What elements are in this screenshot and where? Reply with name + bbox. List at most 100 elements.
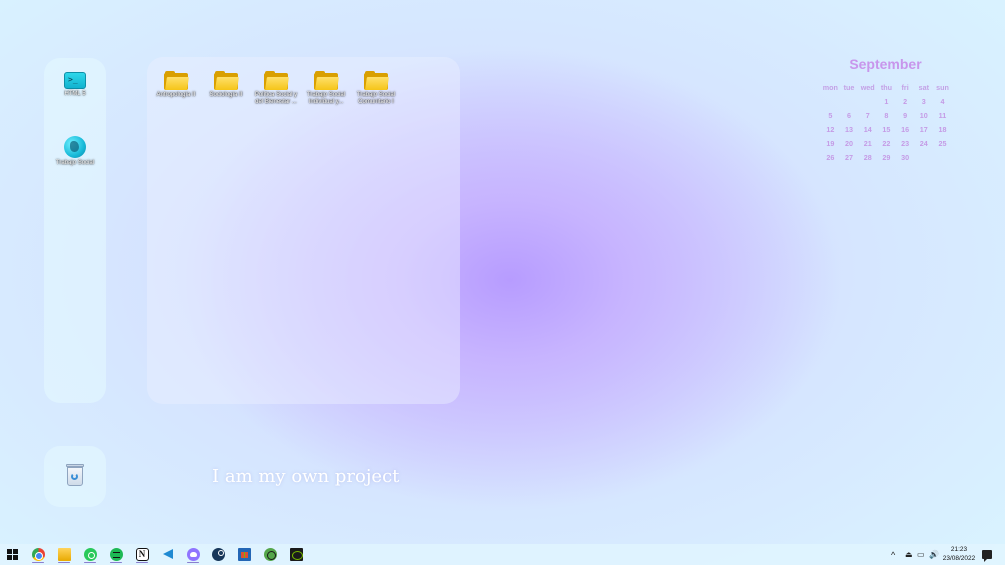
steam-icon xyxy=(211,548,225,561)
calendar-day: 1 xyxy=(884,97,889,106)
chrome-icon xyxy=(31,548,45,561)
desktop-widget-folders: Antropología II Sociología II Política S… xyxy=(147,57,460,404)
calendar-weekday: mon xyxy=(822,83,838,92)
calendar-day: 17 xyxy=(919,125,928,134)
recycle-bin[interactable] xyxy=(50,464,100,486)
taskbar-app-discord[interactable] xyxy=(183,546,203,563)
taskbar-app-chrome[interactable] xyxy=(28,546,48,563)
whatsapp-icon xyxy=(83,548,97,561)
folder-label: Política Social y del Bienestar ... xyxy=(254,92,298,105)
desktop-quote: I am my own project xyxy=(212,466,400,487)
calendar-day: 22 xyxy=(882,139,891,148)
calendar-day xyxy=(858,95,877,109)
file-explorer-icon xyxy=(57,548,71,561)
notification-icon xyxy=(982,550,992,562)
calendar-day: 27 xyxy=(845,153,854,162)
calendar-grid: mon tue wed thu fri sat sun 1 2 3 4 5 6 7 8 9 10 11 12 13 14… xyxy=(821,81,953,165)
taskbar-app-xbox[interactable] xyxy=(260,546,280,563)
clock-date: 23/08/2022 xyxy=(942,555,976,562)
calendar-day xyxy=(933,151,952,165)
calendar-day: 21 xyxy=(863,139,872,148)
calendar-day: 2 xyxy=(903,97,908,106)
calendar-weekday: tue xyxy=(843,83,855,92)
folder-icon xyxy=(264,71,289,90)
xbox-icon xyxy=(263,548,277,561)
folder-sociologia[interactable]: Sociología II xyxy=(201,71,251,99)
calendar-day xyxy=(840,95,859,109)
taskbar: N ^ ⏏ ▭ 🔊 21:23 23/08/2022 xyxy=(0,544,1005,565)
folder-trabajo-social-individual[interactable]: Trabajo Social Individual y... xyxy=(301,71,351,106)
calendar-day: 16 xyxy=(901,125,910,134)
terminal-icon: >_ xyxy=(64,72,86,89)
folder-politica-social[interactable]: Política Social y del Bienestar ... xyxy=(251,71,301,106)
nvidia-icon xyxy=(289,548,303,561)
calendar-day: 4 xyxy=(940,97,945,106)
taskbar-clock[interactable]: 21:23 23/08/2022 xyxy=(940,546,978,563)
calendar-day: 13 xyxy=(845,125,854,134)
folder-label: Trabajo Social Individual y... xyxy=(306,92,346,105)
taskbar-app-notion[interactable]: N xyxy=(132,546,152,563)
folder-icon xyxy=(164,71,189,90)
start-button[interactable] xyxy=(2,546,22,563)
spotify-icon xyxy=(109,548,123,561)
calendar-weekday: wed xyxy=(860,83,875,92)
calendar-day: 26 xyxy=(826,153,835,162)
calendar-weekday: sat xyxy=(918,83,929,92)
folder-antropologia[interactable]: Antropología II xyxy=(151,71,201,99)
desktop-widget-recycle-bin xyxy=(44,446,106,507)
taskbar-app-steam[interactable] xyxy=(208,546,228,563)
calendar-day: 29 xyxy=(882,153,891,162)
folder-label: Sociología II xyxy=(209,92,243,98)
calendar-day: 3 xyxy=(921,97,926,106)
calendar-day: 18 xyxy=(938,125,947,134)
desktop-icon-label: Trabajo Social xyxy=(55,160,95,166)
calendar-day: 12 xyxy=(826,125,835,134)
taskbar-app-whatsapp[interactable] xyxy=(80,546,100,563)
desktop-icon-html5[interactable]: >_ HTML 5 xyxy=(50,72,100,98)
tray-overflow-chevron-icon[interactable]: ^ xyxy=(891,544,895,565)
vscode-icon xyxy=(161,548,174,561)
windows-start-icon xyxy=(6,549,18,560)
calendar-day: 25 xyxy=(938,139,947,148)
calendar-day xyxy=(821,95,840,109)
calendar-day: 24 xyxy=(919,139,928,148)
calendar-day: 20 xyxy=(845,139,854,148)
folder-icon xyxy=(314,71,339,90)
calendar-day: 9 xyxy=(903,111,908,120)
taskbar-app-file-explorer[interactable] xyxy=(54,546,74,563)
volume-icon[interactable]: 🔊 xyxy=(929,544,939,565)
calendar-month: September xyxy=(849,56,922,72)
calendar-day: 19 xyxy=(826,139,835,148)
calendar-day: 7 xyxy=(865,111,870,120)
calendar-day: 10 xyxy=(919,111,928,120)
calendar-weekday: sun xyxy=(936,83,949,92)
desktop-icon-trabajo-social[interactable]: Trabajo Social xyxy=(50,136,100,167)
calendar-day: 11 xyxy=(938,111,947,120)
folder-trabajo-social-comunitario[interactable]: Trabajo Social Comunitario I xyxy=(351,71,401,106)
usb-eject-icon[interactable]: ⏏ xyxy=(905,544,913,565)
calendar-day: 5 xyxy=(828,111,833,120)
folder-icon xyxy=(364,71,389,90)
taskbar-app-spotify[interactable] xyxy=(106,546,126,563)
network-icon[interactable]: ▭ xyxy=(917,544,925,565)
calendar-day: 8 xyxy=(884,111,889,120)
notification-center-button[interactable] xyxy=(980,547,994,562)
calendar-widget: September mon tue wed thu fri sat sun 1 2 3 4 5 6 7 8 9… xyxy=(818,56,953,165)
taskbar-app-nvidia[interactable] xyxy=(286,546,306,563)
folder-label: Trabajo Social Comunitario I xyxy=(356,92,396,105)
discord-icon xyxy=(186,548,200,561)
recycle-bin-icon xyxy=(66,464,84,486)
calendar-day xyxy=(914,151,933,165)
store-icon xyxy=(237,548,251,561)
folder-icon xyxy=(214,71,239,90)
calendar-weekday: fri xyxy=(901,83,909,92)
calendar-day: 28 xyxy=(863,153,872,162)
taskbar-app-vscode[interactable] xyxy=(157,546,177,563)
notion-icon: N xyxy=(135,548,149,561)
desktop-widget-left: >_ HTML 5 Trabajo Social xyxy=(44,58,106,403)
calendar-day: 30 xyxy=(901,153,910,162)
taskbar-app-store[interactable] xyxy=(234,546,254,563)
globe-icon xyxy=(64,136,86,158)
clock-time: 21:23 xyxy=(950,546,968,553)
calendar-day: 14 xyxy=(863,125,872,134)
